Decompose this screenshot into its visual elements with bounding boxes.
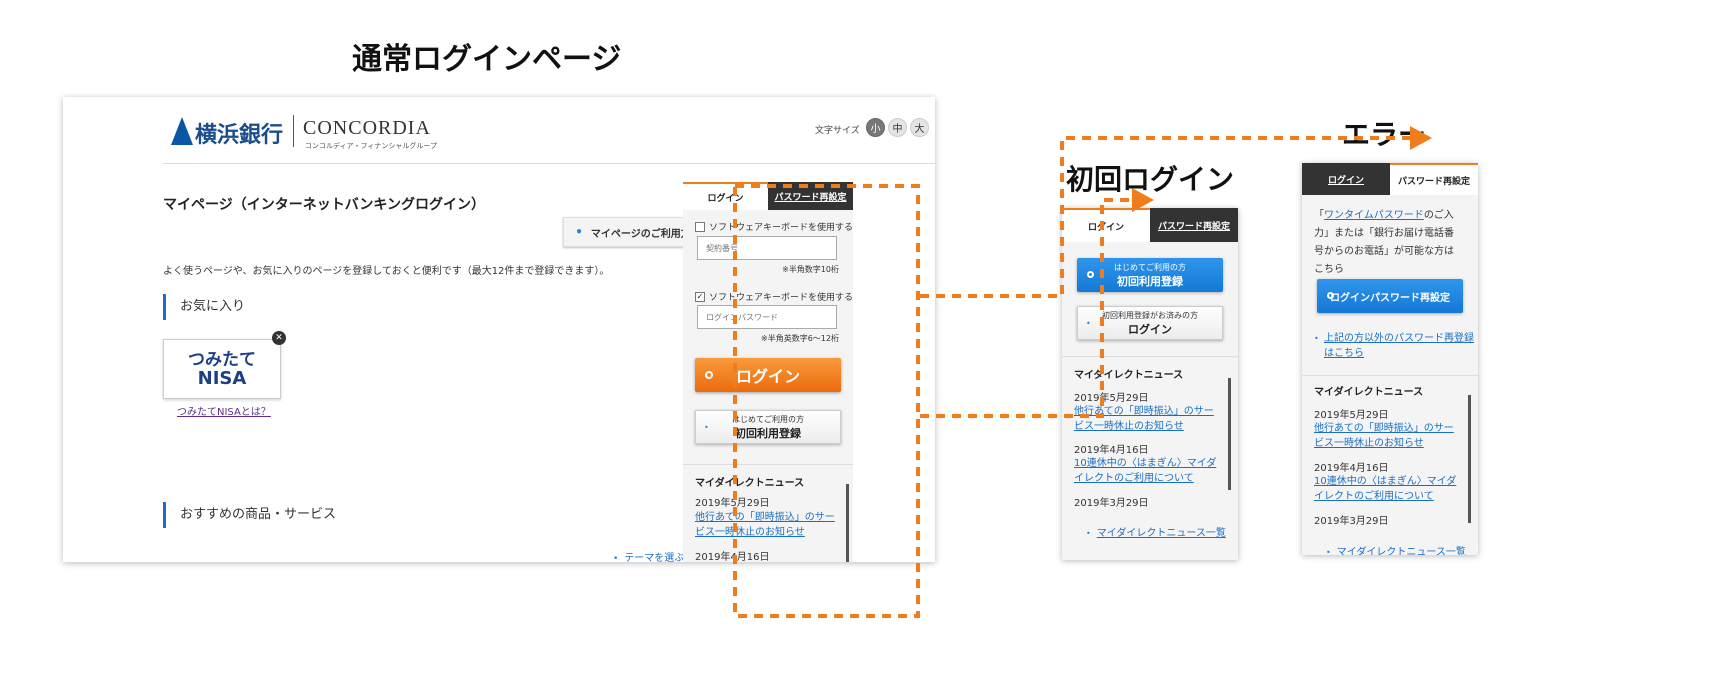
- connector-to-first-login: [920, 198, 1132, 418]
- arrow-to-first-login-icon: [1132, 188, 1154, 212]
- arrow-to-error-icon: [1410, 126, 1432, 150]
- flow-connectors: [733, 126, 1432, 618]
- connector-to-error: [920, 136, 1410, 298]
- highlight-dashed-box: [733, 184, 920, 618]
